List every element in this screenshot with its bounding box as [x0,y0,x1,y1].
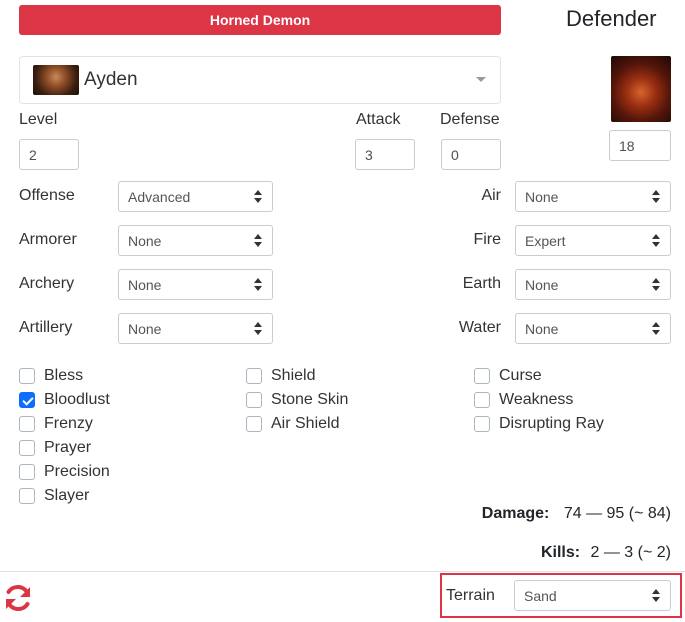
terrain-select[interactable]: Sand [514,580,671,611]
spell-label: Prayer [44,439,92,456]
spell-label: Air Shield [271,415,340,432]
skill-select-water[interactable]: None [515,313,671,344]
skill-label-air: Air [481,187,501,204]
skill-select-earth[interactable]: None [515,269,671,300]
select-arrows-icon [652,234,660,248]
defense-input[interactable]: 0 [441,139,501,170]
damage-label: Damage: [481,505,550,522]
hero-portrait [33,65,79,95]
spell-label: Stone Skin [271,391,349,408]
spell-checkbox-bless[interactable]: Bless [19,364,110,388]
creature-portrait [611,56,671,122]
skill-value-air: None [525,188,559,205]
skill-select-offense[interactable]: Advanced [118,181,273,212]
select-arrows-icon [652,589,660,603]
checkbox-box[interactable] [19,416,35,432]
skill-value-armorer: None [128,232,162,249]
checkbox-box[interactable] [19,440,35,456]
skill-value-offense: Advanced [128,188,191,205]
spell-checkbox-weakness[interactable]: Weakness [474,388,604,412]
spell-label: Bloodlust [44,391,110,408]
level-input[interactable]: 2 [19,139,79,170]
skill-label-artillery: Artillery [19,319,73,336]
skill-value-earth: None [525,276,559,293]
select-arrows-icon [254,190,262,204]
chevron-down-icon [476,77,486,82]
skill-value-archery: None [128,276,162,293]
select-arrows-icon [254,322,262,336]
spell-label: Slayer [44,487,90,504]
skill-label-archery: Archery [19,275,75,292]
creature-count-input[interactable]: 18 [609,130,671,161]
skill-value-artillery: None [128,320,162,337]
kills-result: Kills: 2 — 3 (~ 2) [400,544,671,562]
skill-label-fire: Fire [473,231,501,248]
checkbox-checked-icon[interactable] [19,392,35,408]
attack-label: Attack [356,111,401,128]
skill-label-offense: Offense [19,187,75,204]
kills-value: 2 — 3 (~ 2) [590,544,671,561]
checkbox-box[interactable] [474,416,490,432]
checkbox-box[interactable] [246,392,262,408]
skill-label-earth: Earth [462,275,501,292]
skill-value-fire: Expert [525,232,566,249]
spell-label: Frenzy [44,415,93,432]
refresh-icon[interactable] [3,583,33,613]
spell-checkbox-prayer[interactable]: Prayer [19,436,110,460]
spell-label: Disrupting Ray [499,415,604,432]
spell-checkbox-shield[interactable]: Shield [246,364,348,388]
skill-value-water: None [525,320,559,337]
checkbox-box[interactable] [19,464,35,480]
spell-label: Curse [499,367,542,384]
spell-checkbox-stone-skin[interactable]: Stone Skin [246,388,348,412]
footer-divider [0,571,685,572]
select-arrows-icon [652,322,660,336]
terrain-value: Sand [524,587,557,604]
terrain-label: Terrain [446,587,495,604]
checkbox-box[interactable] [246,416,262,432]
spell-label: Bless [44,367,84,384]
select-arrows-icon [652,190,660,204]
skill-select-artillery[interactable]: None [118,313,273,344]
spell-label: Weakness [499,391,574,408]
damage-result: Damage: 74 — 95 (~ 84) [400,505,671,523]
checkbox-box[interactable] [474,392,490,408]
spell-checkbox-frenzy[interactable]: Frenzy [19,412,110,436]
checkbox-box[interactable] [19,368,35,384]
unit-select-button[interactable]: Horned Demon [19,5,501,35]
hero-name: Ayden [84,69,138,90]
kills-label: Kills: [540,544,581,561]
spell-label: Precision [44,463,110,480]
damage-value: 74 — 95 (~ 84) [563,505,671,522]
checkbox-box[interactable] [474,368,490,384]
skill-label-water: Water [458,319,501,336]
checkbox-box[interactable] [19,488,35,504]
checkbox-box[interactable] [246,368,262,384]
spell-checkbox-slayer[interactable]: Slayer [19,484,110,508]
skill-select-fire[interactable]: Expert [515,225,671,256]
hero-select[interactable]: Ayden [19,56,501,104]
spell-checkbox-bloodlust[interactable]: Bloodlust [19,388,110,412]
skill-select-armorer[interactable]: None [118,225,273,256]
attack-input[interactable]: 3 [355,139,415,170]
defense-label: Defense [440,111,500,128]
skill-label-armorer: Armorer [19,231,77,248]
spell-checkbox-air-shield[interactable]: Air Shield [246,412,348,436]
level-label: Level [19,111,58,128]
spell-checkbox-disrupting-ray[interactable]: Disrupting Ray [474,412,604,436]
skill-select-archery[interactable]: None [118,269,273,300]
skill-select-air[interactable]: None [515,181,671,212]
spell-checkbox-curse[interactable]: Curse [474,364,604,388]
side-title: Defender [566,6,657,31]
spell-label: Shield [271,367,316,384]
select-arrows-icon [652,278,660,292]
select-arrows-icon [254,278,262,292]
select-arrows-icon [254,234,262,248]
spell-checkbox-precision[interactable]: Precision [19,460,110,484]
